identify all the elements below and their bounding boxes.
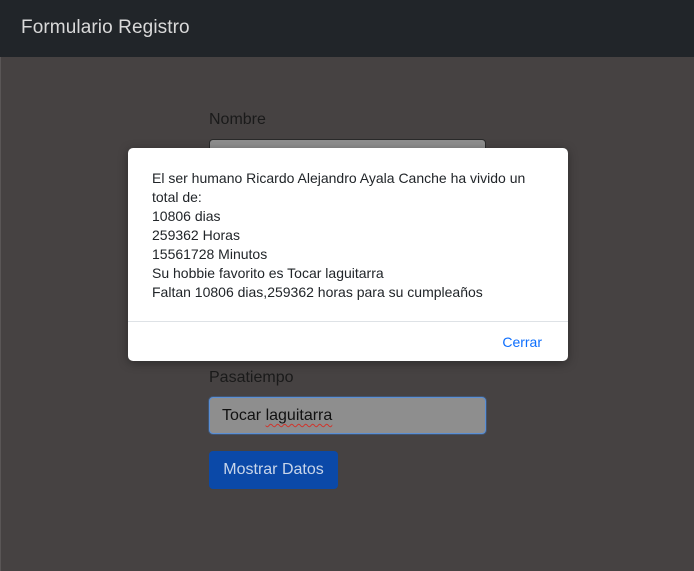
page-edge: [0, 57, 1, 571]
hobby-label: Pasatiempo: [209, 369, 294, 386]
modal-line-birthday: Faltan 10806 dias,259362 horas para su c…: [152, 284, 483, 300]
modal-line-total: total de:: [152, 189, 202, 205]
modal-line-hobby: Su hobbie favorito es Tocar laguitarra: [152, 265, 384, 281]
show-data-button[interactable]: Mostrar Datos: [209, 451, 338, 489]
close-button[interactable]: Cerrar: [502, 334, 542, 350]
hobby-input-text: Tocar: [222, 407, 266, 424]
modal-divider: [128, 321, 568, 322]
hobby-input-misspelled-word: laguitarra: [265, 407, 333, 424]
name-label: Nombre: [209, 111, 266, 128]
modal-body: El ser humano Ricardo Alejandro Ayala Ca…: [152, 169, 552, 302]
modal-line-intro: El ser humano Ricardo Alejandro Ayala Ca…: [152, 170, 526, 186]
modal-line-minutes: 15561728 Minutos: [152, 246, 268, 262]
modal-line-days: 10806 dias: [152, 208, 221, 224]
modal-line-hours: 259362 Horas: [152, 227, 240, 243]
result-modal: El ser humano Ricardo Alejandro Ayala Ca…: [128, 148, 568, 361]
navbar-brand[interactable]: Formulario Registro: [21, 17, 190, 39]
hobby-input[interactable]: Tocar laguitarra: [209, 397, 486, 434]
navbar: Formulario Registro: [0, 0, 694, 57]
